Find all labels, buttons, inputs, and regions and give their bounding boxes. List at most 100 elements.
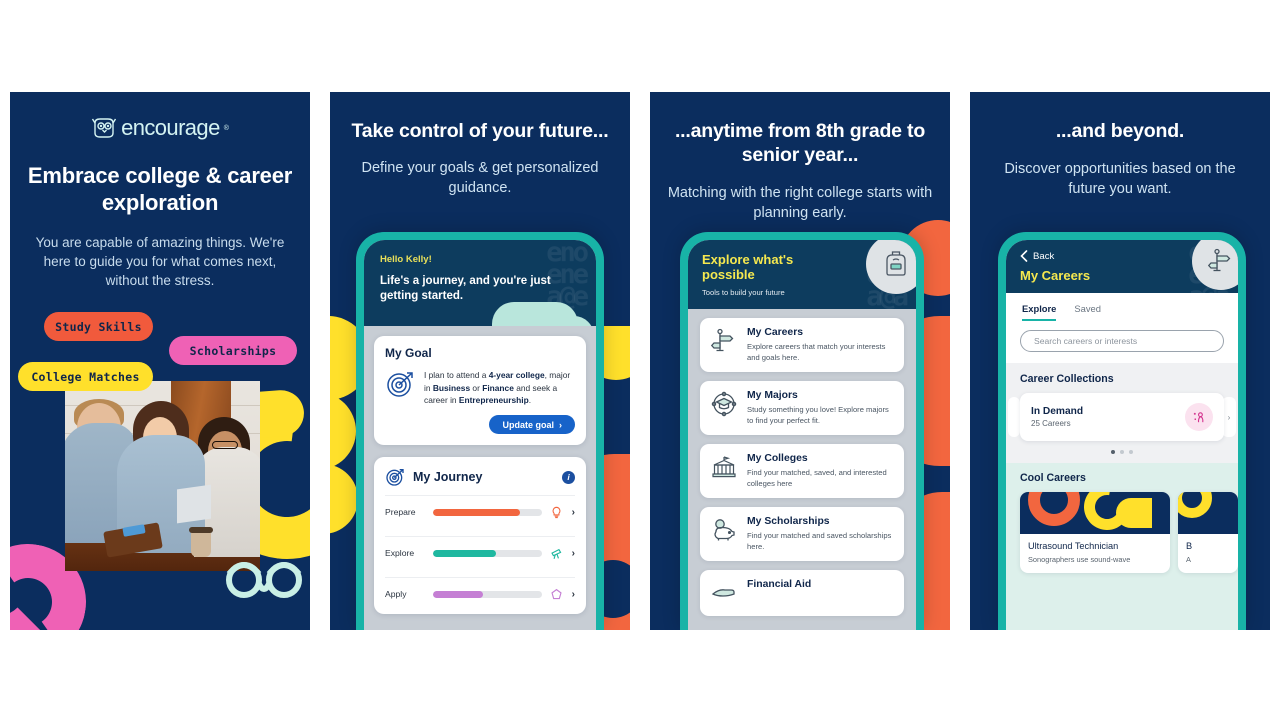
panel-row: encourage ® Embrace college & career exp…: [10, 92, 1270, 630]
cool-career-card-ultrasound[interactable]: Ultrasound Technician Sonographers use s…: [1020, 492, 1170, 574]
logo-trademark: ®: [223, 124, 229, 132]
tab-explore[interactable]: Explore: [1022, 303, 1057, 321]
career-collections-section: Career Collections › In Demand 25 Career…: [1006, 363, 1238, 463]
journey-row-prepare[interactable]: Prepare ›: [385, 495, 575, 528]
pill-scholarships: Scholarships: [169, 336, 297, 365]
badge-icon: [550, 587, 564, 601]
app-header-greeting: eno ene a@e Hello Kelly! Life's a journe…: [364, 240, 596, 326]
list-item-my-colleges[interactable]: My Colleges Find your matched, saved, an…: [700, 443, 904, 498]
panel3-subtitle: Matching with the right college starts w…: [667, 184, 933, 221]
journey-progress-bar: [433, 590, 542, 598]
list-item-desc: Find your matched and saved scholarships…: [747, 530, 892, 551]
hand-money-icon: [710, 579, 738, 607]
panel2-title: Take control of your future...: [351, 120, 609, 142]
cool-career-desc: Sonographers use sound-wave: [1028, 555, 1131, 564]
list-item-desc: Explore careers that match your interest…: [747, 341, 886, 362]
journey-row-apply[interactable]: Apply ›: [385, 577, 575, 610]
piggy-bank-icon: [710, 516, 738, 544]
carousel-dots[interactable]: [1006, 441, 1238, 463]
watermark-text: eno ene a@e: [546, 240, 589, 313]
yellow-decoration-left-2: [330, 392, 356, 470]
collection-card-title: In Demand: [1031, 406, 1084, 417]
phone-screen: oae ene a@a Back My Careers: [1006, 240, 1238, 630]
career-collections-title: Career Collections: [1020, 373, 1114, 385]
careers-tabs: Explore Saved: [1006, 293, 1238, 321]
pill-college-matches: College Matches: [18, 362, 153, 391]
collection-card-in-demand[interactable]: In Demand 25 Careers: [1020, 393, 1224, 441]
panel1-title: Embrace college & career exploration: [27, 163, 293, 215]
my-goal-card[interactable]: My Goal I plan to attend a 4-year colleg…: [374, 335, 586, 446]
carousel-peek-right: ›: [1222, 397, 1236, 437]
search-section: Search careers or interests: [1006, 321, 1238, 363]
carousel-dot-3[interactable]: [1129, 450, 1133, 454]
logo-wordmark: encourage: [121, 115, 220, 140]
update-goal-label: Update goal: [502, 419, 554, 430]
journey-progress-bar: [433, 508, 542, 516]
chevron-left-icon: [1020, 250, 1028, 262]
panel-take-control: Take control of your future... Define yo…: [330, 92, 630, 630]
list-item-financial-aid[interactable]: Financial Aid: [700, 569, 904, 616]
list-item-desc: Study something you love! Explore majors…: [747, 404, 889, 425]
update-goal-button[interactable]: Update goal ›: [489, 415, 575, 435]
cool-career-card-next[interactable]: B A: [1178, 492, 1238, 574]
list-item-title: My Majors: [747, 389, 798, 401]
chevron-right-icon: ›: [571, 588, 575, 600]
collection-card-count: 25 Careers: [1031, 419, 1071, 428]
yellow-decoration-left-3: [330, 464, 358, 534]
my-goal-title: My Goal: [385, 345, 432, 360]
journey-progress-bar: [433, 549, 542, 557]
panel3-title: ...anytime from 8th grade to senior year…: [674, 120, 926, 166]
list-item-my-careers[interactable]: My Careers Explore careers that match yo…: [700, 317, 904, 372]
sparkle-person-icon: [1185, 403, 1213, 431]
telescope-icon: [550, 546, 564, 560]
list-item-desc: Find your matched, saved, and interested…: [747, 467, 887, 488]
cool-career-title: Ultrasound Technician: [1028, 541, 1119, 551]
cool-career-image: [1020, 492, 1170, 534]
carousel-dot-1[interactable]: [1111, 450, 1115, 454]
phone-screen: eno ene a@e Hello Kelly! Life's a journe…: [364, 240, 596, 630]
campus-building-icon: [710, 453, 738, 481]
cool-careers-section: Cool Careers Ultrasound Technician Sonog…: [1006, 463, 1238, 630]
my-journey-card[interactable]: My Journey i Prepare › Explore › Apply ›: [374, 457, 586, 615]
chevron-right-icon: ›: [571, 547, 575, 559]
panel-anytime-8th-grade: ...anytime from 8th grade to senior year…: [650, 92, 950, 630]
cool-careers-title: Cool Careers: [1020, 472, 1086, 484]
list-item-my-scholarships[interactable]: My Scholarships Find your matched and sa…: [700, 506, 904, 561]
cool-career-desc: A: [1186, 555, 1191, 564]
explore-header-title: Explore what's possible: [702, 252, 794, 283]
cool-career-image: [1178, 492, 1238, 534]
panel1-subtitle: You are capable of amazing things. We're…: [35, 234, 285, 288]
owl-icon: [92, 118, 117, 138]
journey-row-explore[interactable]: Explore ›: [385, 536, 575, 569]
info-icon[interactable]: i: [562, 470, 575, 484]
cool-careers-row: Ultrasound Technician Sonographers use s…: [1006, 492, 1238, 574]
encourage-mark-decoration: [226, 562, 302, 598]
panel2-subtitle: Define your goals & get personalized gui…: [361, 159, 599, 196]
phone-mockup-goals: eno ene a@e Hello Kelly! Life's a journe…: [356, 232, 604, 630]
tools-list: My Careers Explore careers that match yo…: [688, 308, 916, 630]
target-icon: [386, 469, 404, 486]
phone-mockup-explore: oae ene a@a Explore what's possible Tool…: [680, 232, 924, 630]
journey-label: Prepare: [385, 507, 416, 518]
list-item-title: My Scholarships: [747, 515, 830, 527]
cool-career-title: B: [1186, 541, 1193, 551]
tab-saved[interactable]: Saved: [1074, 303, 1101, 321]
my-goal-text: I plan to attend a 4-year college, major…: [424, 369, 571, 406]
list-item-my-majors[interactable]: My Majors Study something you love! Expl…: [700, 380, 904, 435]
encourage-logo: encourage ®: [10, 115, 310, 141]
journey-label: Explore: [385, 548, 415, 559]
carousel-dot-2[interactable]: [1120, 450, 1124, 454]
back-label: Back: [1033, 250, 1055, 262]
chevron-right-icon: ›: [571, 506, 575, 518]
phone-screen: oae ene a@a Explore what's possible Tool…: [688, 240, 916, 630]
my-journey-title: My Journey: [413, 470, 483, 485]
panel-and-beyond: ...and beyond. Discover opportunities ba…: [970, 92, 1270, 630]
search-input[interactable]: Search careers or interests: [1020, 330, 1224, 352]
collections-carousel[interactable]: › In Demand 25 Careers: [1006, 393, 1238, 441]
screenshot-root: encourage ® Embrace college & career exp…: [0, 0, 1280, 720]
list-item-title: Financial Aid: [747, 578, 812, 590]
phone-mockup-careers: oae ene a@a Back My Careers: [998, 232, 1246, 630]
app-header-explore: oae ene a@a Explore what's possible Tool…: [688, 240, 916, 309]
panel4-subtitle: Discover opportunities based on the futu…: [1004, 160, 1236, 197]
chevron-right-icon: ›: [559, 419, 562, 430]
